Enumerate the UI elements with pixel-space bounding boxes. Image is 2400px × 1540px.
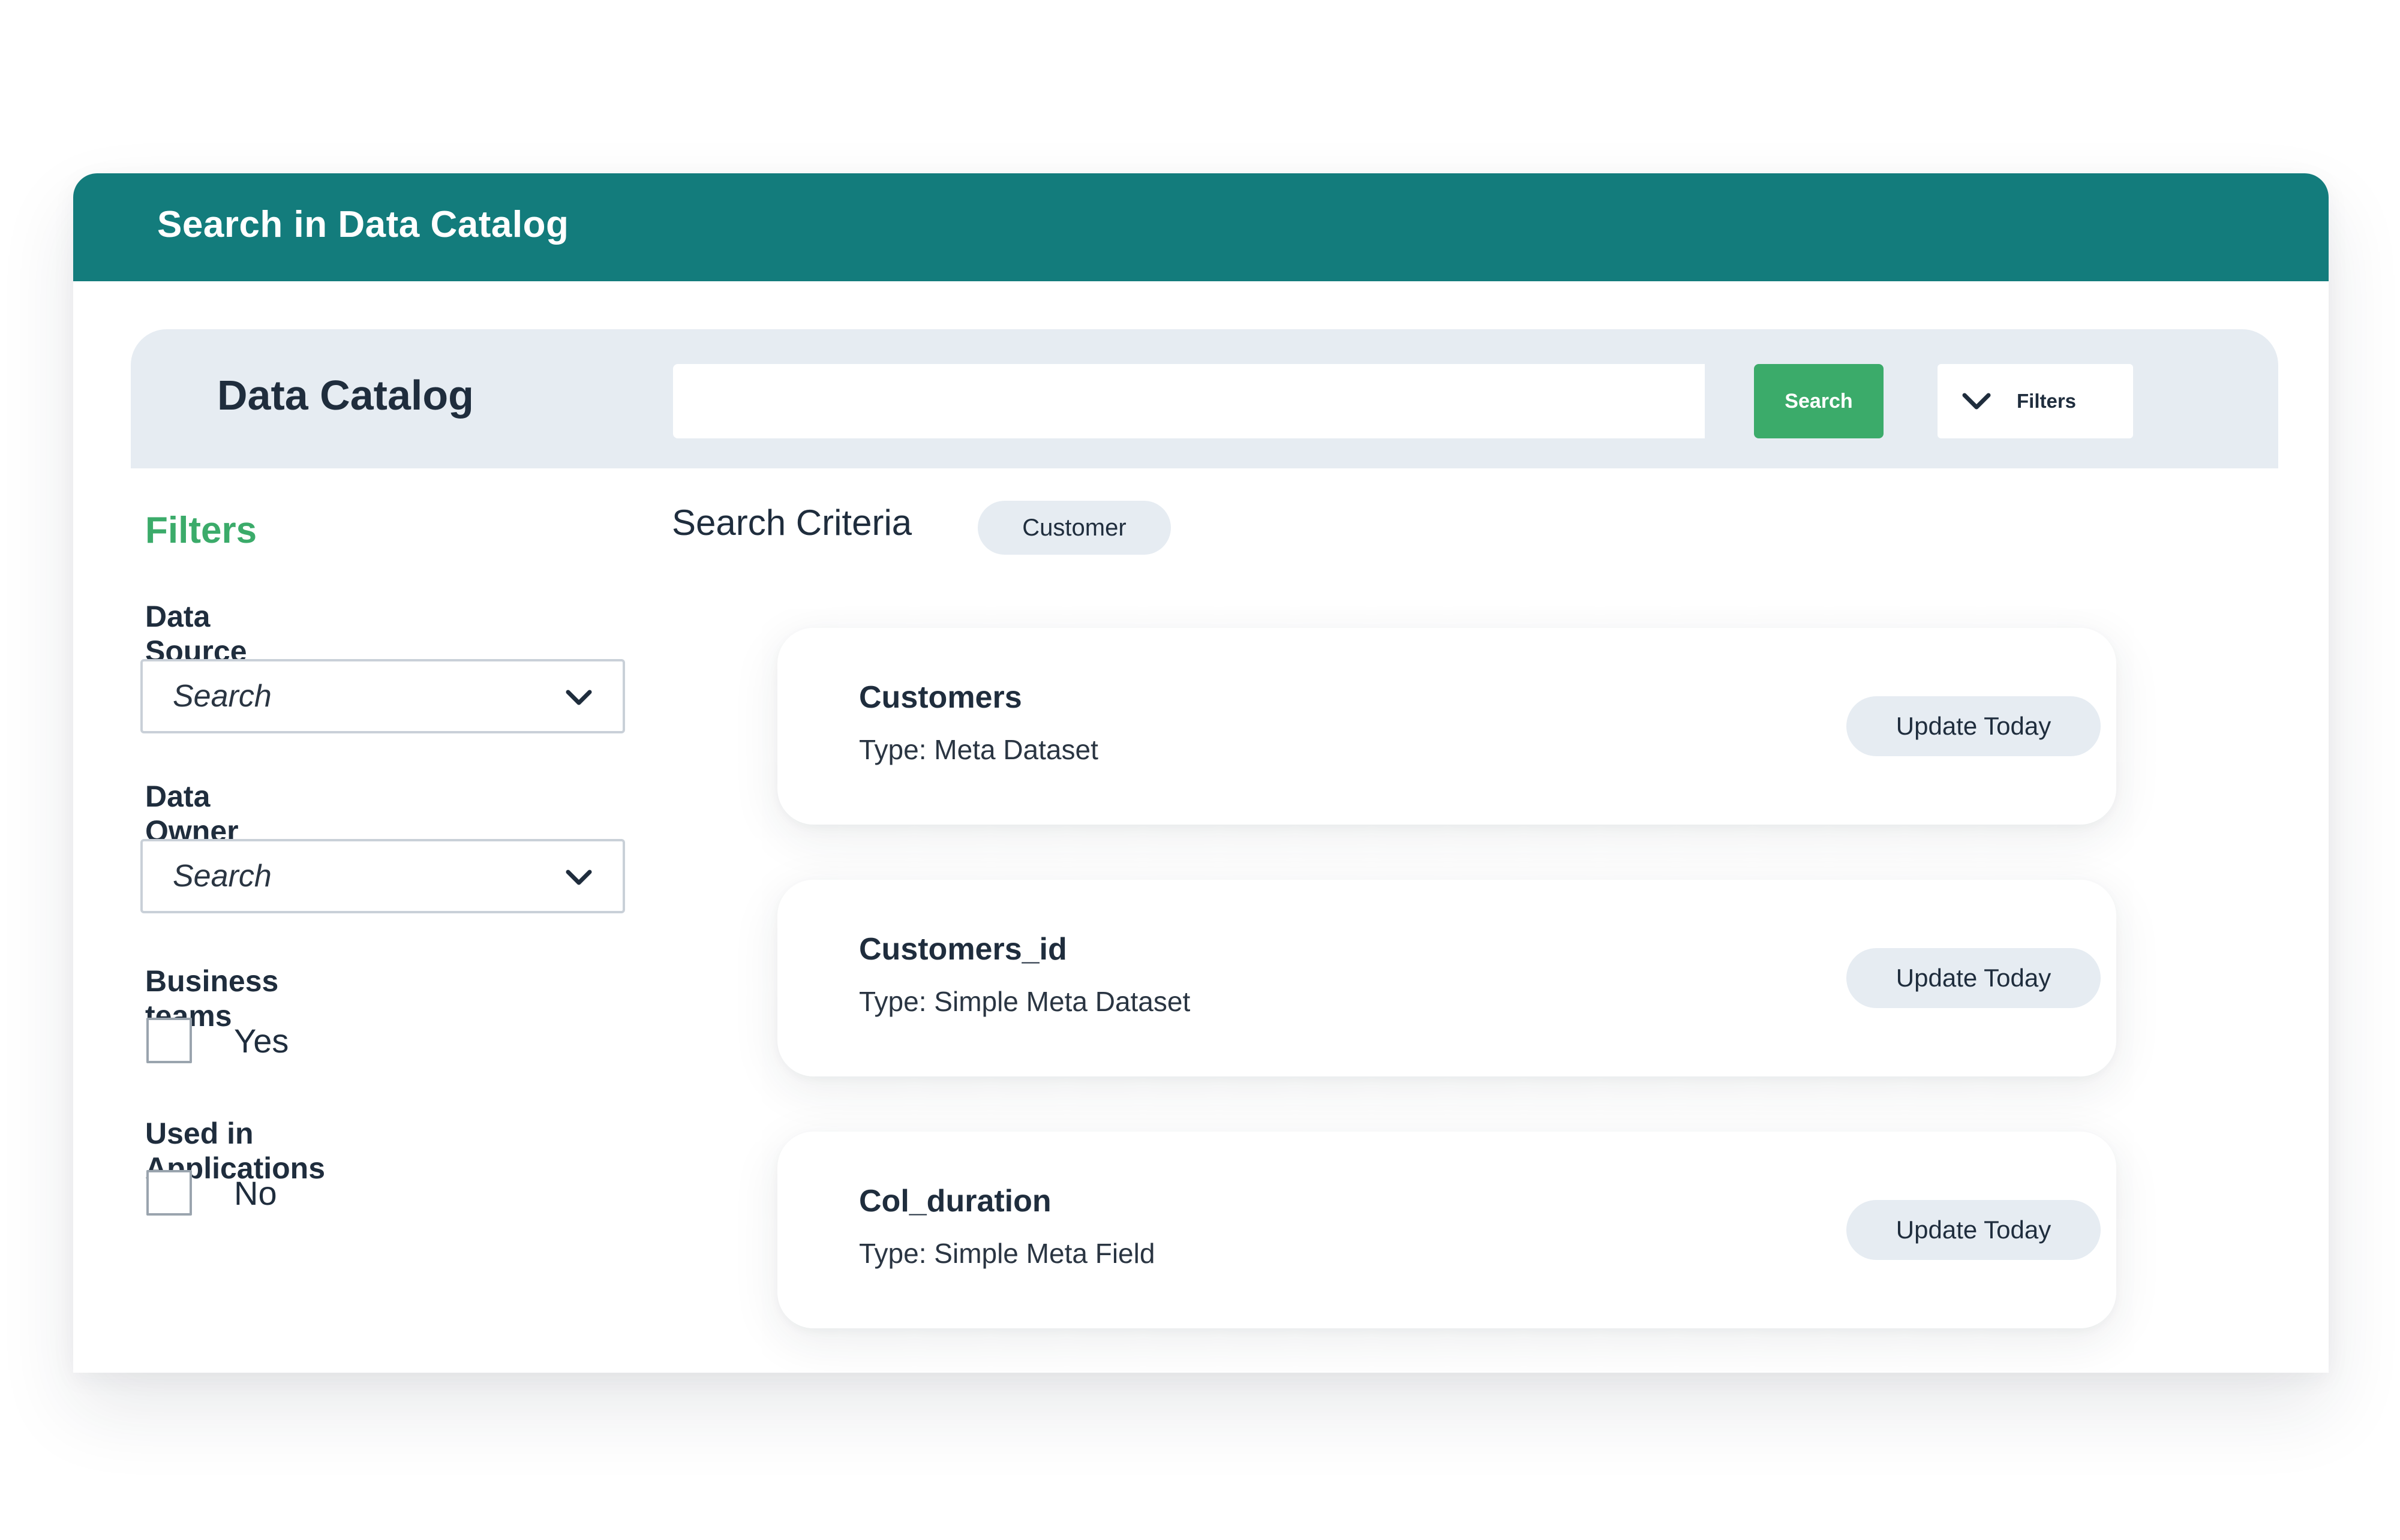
chevron-down-icon xyxy=(566,870,592,885)
data-owner-label: Data Owner xyxy=(145,780,239,848)
business-teams-option-label: Yes xyxy=(234,1021,289,1060)
criteria-chip[interactable]: Customer xyxy=(978,501,1171,555)
filters-toggle-label: Filters xyxy=(2017,390,2077,412)
result-card[interactable]: Customers_id Type: Simple Meta Dataset U… xyxy=(777,880,2116,1076)
catalog-search-input[interactable] xyxy=(673,364,1705,438)
filters-toggle-button[interactable]: Filters xyxy=(1938,364,2133,438)
result-type: Type: Meta Dataset xyxy=(859,734,1098,765)
window-titlebar: Search in Data Catalog xyxy=(73,173,2329,281)
used-in-applications-option-label: No xyxy=(234,1174,277,1212)
window-title: Search in Data Catalog xyxy=(157,204,569,245)
data-catalog-window: Search in Data Catalog Data Catalog Sear… xyxy=(73,173,2329,1373)
search-button[interactable]: Search xyxy=(1754,364,1884,438)
result-title: Col_duration xyxy=(859,1184,1052,1219)
result-title: Customers xyxy=(859,680,1022,715)
update-badge: Update Today xyxy=(1846,1200,2101,1260)
result-card[interactable]: Customers Type: Meta Dataset Update Toda… xyxy=(777,628,2116,825)
result-title: Customers_id xyxy=(859,932,1067,967)
catalog-title: Data Catalog xyxy=(217,372,474,419)
business-teams-option[interactable]: Yes xyxy=(146,1018,289,1063)
filters-heading: Filters xyxy=(145,510,257,551)
used-in-applications-option[interactable]: No xyxy=(146,1170,277,1216)
update-badge: Update Today xyxy=(1846,948,2101,1008)
data-owner-select[interactable]: Search xyxy=(140,839,625,913)
catalog-toolbar: Data Catalog Search Filters xyxy=(131,329,2278,468)
chevron-down-icon xyxy=(566,690,592,705)
business-teams-checkbox[interactable] xyxy=(146,1018,192,1063)
search-criteria-label: Search Criteria xyxy=(672,503,912,543)
data-source-select[interactable]: Search xyxy=(140,659,625,733)
used-in-applications-checkbox[interactable] xyxy=(146,1170,192,1216)
data-source-placeholder: Search xyxy=(173,679,272,714)
update-badge: Update Today xyxy=(1846,696,2101,756)
chevron-down-icon xyxy=(1962,393,1991,410)
result-card[interactable]: Col_duration Type: Simple Meta Field Upd… xyxy=(777,1132,2116,1328)
result-type: Type: Simple Meta Field xyxy=(859,1238,1155,1269)
data-owner-placeholder: Search xyxy=(173,859,272,894)
result-type: Type: Simple Meta Dataset xyxy=(859,986,1191,1017)
data-source-label: Data Source xyxy=(145,600,247,668)
